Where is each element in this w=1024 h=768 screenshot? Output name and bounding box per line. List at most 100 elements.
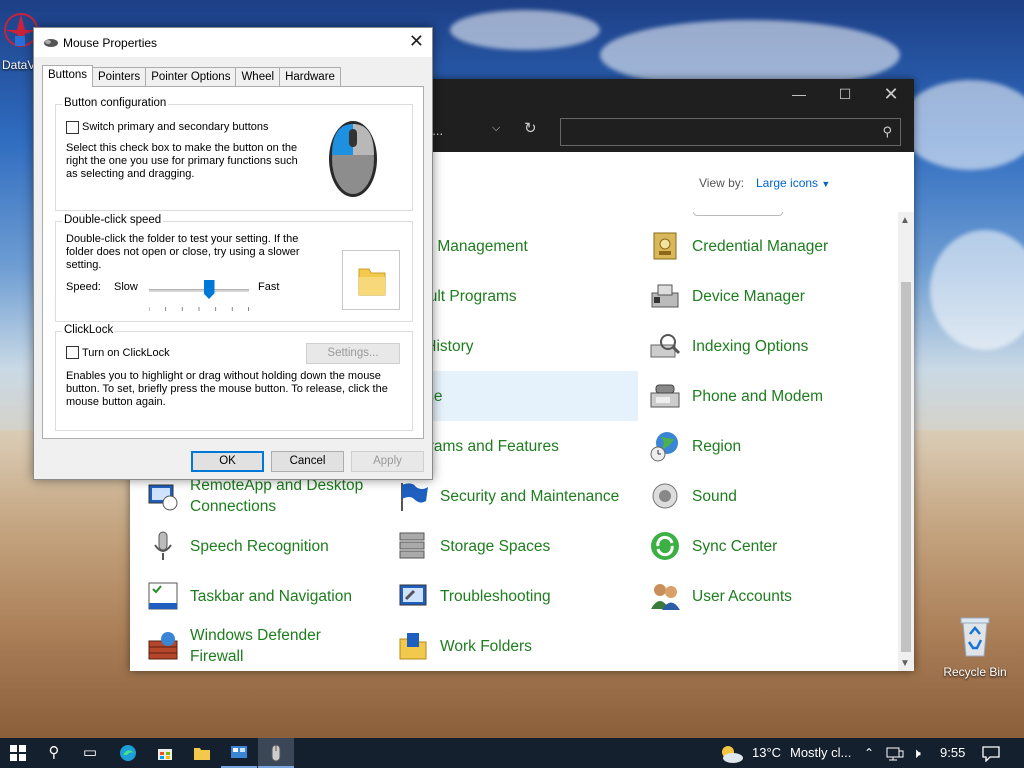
storage-spaces-icon [396, 529, 430, 563]
cp-item-user-accounts[interactable]: User Accounts [648, 571, 792, 621]
cp-item-sound[interactable]: Sound [648, 471, 737, 521]
double-click-speed-group: Double-click speed Double-click the fold… [55, 214, 413, 322]
clicklock-description: mouse button again. [66, 396, 166, 408]
clicklock-checkbox[interactable] [66, 346, 79, 359]
clicklock-label: Turn on ClickLock [82, 347, 170, 359]
double-click-description: setting. [66, 259, 102, 271]
cp-item-label: User Accounts [692, 587, 792, 605]
clicklock-settings-button[interactable]: Settings... [306, 343, 400, 364]
chevron-down-icon[interactable]: ⌵ [492, 122, 500, 135]
desktop-icon-label: Recycle Bin [943, 665, 1007, 679]
search-icon: ⚲ [882, 124, 892, 139]
desktop-icon-recycle-bin[interactable]: Recycle Bin [940, 614, 1010, 679]
refresh-icon[interactable]: ↻ [524, 119, 537, 137]
dropdown-arrow-icon: ▼ [821, 179, 831, 189]
group-title: Button configuration [62, 97, 169, 109]
scroll-down-icon[interactable]: ▼ [900, 658, 910, 669]
security-flag-icon [396, 479, 430, 513]
task-view-icon[interactable]: ▭ [72, 738, 108, 768]
edge-browser-icon[interactable] [110, 738, 146, 768]
cp-item-phone-modem[interactable]: Phone and Modem [648, 371, 823, 421]
speaker-icon [648, 479, 682, 513]
sync-center-icon [648, 529, 682, 563]
ok-button[interactable]: OK [191, 451, 264, 472]
user-accounts-icon [648, 579, 682, 613]
partial-item-icon [693, 212, 783, 216]
cp-item-label: Indexing Options [692, 337, 809, 355]
clock-time[interactable]: 9:55 [940, 738, 965, 768]
cp-item-sync-center[interactable]: Sync Center [648, 521, 777, 571]
store-icon[interactable] [147, 738, 183, 768]
cp-item-label: Sound [692, 487, 737, 505]
cp-item-work-folders[interactable]: Work Folders [396, 621, 532, 671]
region-icon [648, 429, 682, 463]
cp-item-region[interactable]: Region [648, 421, 741, 471]
tab-pointer-options[interactable]: Pointer Options [145, 67, 237, 87]
tab-pointers[interactable]: Pointers [92, 67, 147, 87]
work-folders-icon [396, 629, 430, 663]
tab-wheel[interactable]: Wheel [235, 67, 281, 87]
weather-temperature[interactable]: 13°C [752, 738, 781, 768]
cp-item-label: Taskbar and Navigation [190, 587, 352, 605]
cp-item-label: Credential Manager [692, 237, 829, 255]
cloud [900, 80, 1024, 170]
windows-logo-icon [10, 745, 26, 761]
cp-item-label: Speech Recognition [190, 537, 329, 555]
maximize-button[interactable]: ☐ [822, 79, 868, 110]
button-config-description: as selecting and dragging. [66, 168, 195, 180]
dialog-title: Mouse Properties [63, 36, 158, 50]
cp-item-label: Troubleshooting [440, 587, 551, 605]
cancel-button[interactable]: Cancel [271, 451, 344, 472]
test-folder-area[interactable] [342, 250, 400, 310]
slow-label: Slow [114, 281, 138, 293]
cp-item-firewall[interactable]: Windows Defender Firewall [146, 621, 360, 671]
cp-item-device-manager[interactable]: Device Manager [648, 271, 805, 321]
cp-item-taskbar-navigation[interactable]: Taskbar and Navigation [146, 571, 352, 621]
control-panel-taskbar-icon[interactable] [221, 738, 257, 768]
scroll-up-icon[interactable]: ▲ [900, 215, 910, 226]
button-configuration-group: Button configuration Switch primary and … [55, 97, 413, 211]
apply-button[interactable]: Apply [351, 451, 424, 472]
search-input[interactable]: ⚲ [560, 118, 901, 146]
recycle-bin-icon [940, 614, 1010, 661]
weather-description[interactable]: Mostly cl... [790, 738, 851, 768]
cloud [450, 10, 600, 50]
close-icon[interactable]: ✕ [409, 31, 424, 52]
dialog-tabs: Buttons Pointers Pointer Options Wheel H… [42, 65, 341, 87]
indexing-options-icon [648, 329, 682, 363]
start-button[interactable] [0, 738, 36, 768]
view-by-dropdown[interactable]: Large icons ▼ [756, 176, 830, 190]
vertical-scrollbar[interactable]: ▲ ▼ [898, 212, 914, 671]
cp-item-storage-spaces[interactable]: Storage Spaces [396, 521, 550, 571]
minimize-button[interactable]: — [776, 79, 822, 110]
cp-item-credential-manager[interactable]: Credential Manager [648, 221, 828, 271]
group-title: ClickLock [62, 324, 116, 336]
cp-item-indexing-options[interactable]: Indexing Options [648, 321, 808, 371]
scrollbar-thumb[interactable] [901, 282, 911, 652]
cp-item-label: RemoteApp and Desktop Connections [190, 477, 364, 515]
tab-hardware[interactable]: Hardware [279, 67, 341, 87]
desktop-icon-label: DataV [2, 58, 36, 72]
microphone-icon [146, 529, 180, 563]
cp-item-speech-recognition[interactable]: Speech Recognition [146, 521, 329, 571]
cp-item-troubleshooting[interactable]: Troubleshooting [396, 571, 551, 621]
cp-item-label: Work Folders [440, 637, 532, 655]
network-icon[interactable] [886, 738, 904, 768]
search-icon[interactable]: ⚲ [36, 738, 72, 768]
speed-slider-track[interactable] [149, 289, 249, 292]
weather-icon[interactable] [718, 738, 744, 768]
mouse-properties-taskbar-icon[interactable] [258, 738, 294, 768]
chevron-up-icon[interactable]: ⌃ [864, 738, 874, 768]
volume-icon[interactable]: 🕨 [912, 738, 921, 768]
cp-item-label: Phone and Modem [692, 387, 823, 405]
cp-item-label: Security and Maintenance [440, 487, 620, 505]
close-button[interactable]: ✕ [868, 79, 914, 110]
clicklock-description: Enables you to highlight or drag without… [66, 370, 381, 382]
file-explorer-icon[interactable] [184, 738, 220, 768]
clicklock-group: ClickLock Turn on ClickLock Settings... … [55, 324, 413, 431]
switch-buttons-checkbox[interactable] [66, 121, 79, 134]
speed-slider-thumb[interactable] [203, 280, 215, 299]
notifications-icon[interactable] [982, 738, 1000, 768]
firewall-icon [146, 629, 180, 663]
tab-buttons[interactable]: Buttons [42, 65, 93, 87]
